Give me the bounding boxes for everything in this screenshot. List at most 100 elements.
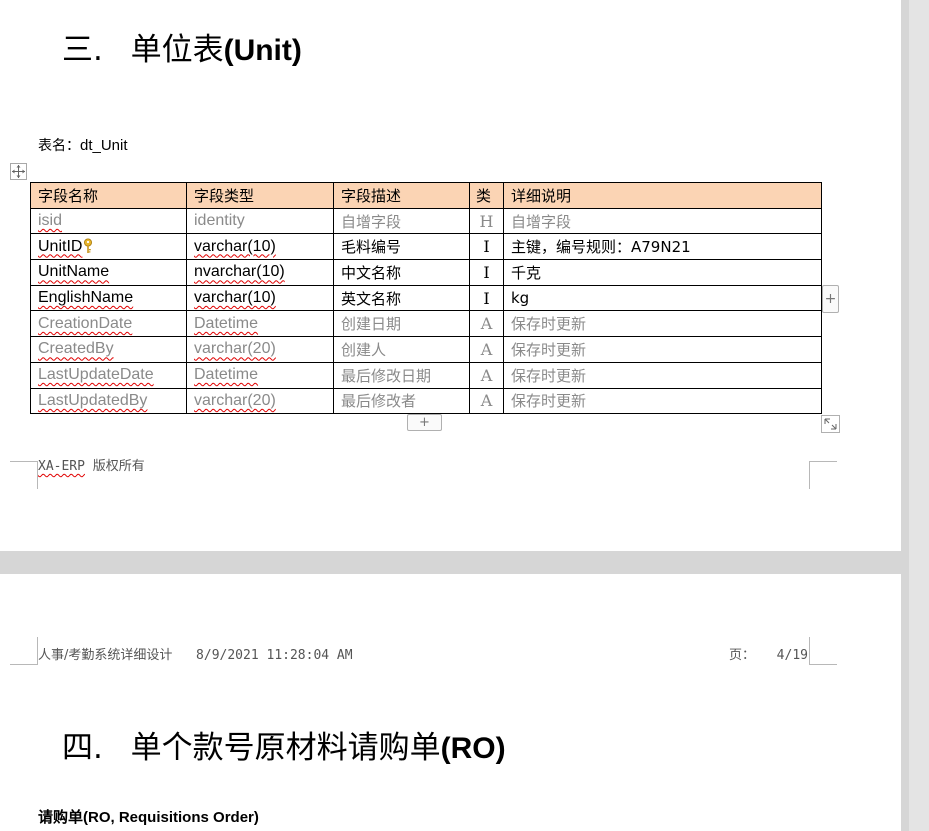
field-category-cell: H	[469, 207, 504, 235]
field-desc-cell: 创建人	[333, 336, 470, 363]
section-4-title-cn: 单个款号原材料请购单	[130, 730, 441, 766]
section-4-number: 四.	[62, 730, 103, 766]
field-desc-cell: 毛料编号	[333, 233, 470, 261]
section-3-title-en: (Unit)	[223, 34, 302, 67]
page-2-header: 人事/考勤系统详细设计 8/9/2021 11:28:04 AM	[38, 644, 353, 663]
section-4-subtitle: 请购单(RO, Requisitions Order)	[38, 806, 259, 827]
field-type: Datetime	[194, 366, 259, 384]
page-number-label: 页：	[729, 648, 756, 663]
field-desc-cell: 创建日期	[333, 310, 470, 338]
field-name-cell: LastUpdatedBy	[30, 387, 187, 415]
field-category-cell: A	[469, 336, 504, 363]
table-move-handle-icon[interactable]	[10, 163, 27, 180]
field-desc-cell: 英文名称	[333, 284, 470, 312]
field-detail-cell: 自增字段	[503, 207, 822, 235]
field-name: CreatedBy	[38, 340, 114, 358]
table-header-row: 字段名称 字段类型 字段描述 类 详细说明	[30, 182, 822, 209]
field-detail-cell: kg	[503, 284, 822, 312]
section-3-title-cn: 单位表	[130, 32, 224, 68]
add-row-button[interactable]: +	[407, 414, 442, 431]
field-type-cell: Datetime	[186, 361, 334, 389]
table-row: EnglishName varchar(10) 英文名称 Ikg	[30, 284, 822, 312]
column-header: 字段描述	[333, 182, 470, 209]
field-type-cell: nvarchar(10)	[186, 259, 334, 286]
subtitle-cn: 请购单	[38, 808, 84, 826]
field-type-cell: identity	[186, 207, 334, 235]
table-resize-handle-icon[interactable]	[821, 415, 840, 433]
section-3-number: 三.	[62, 32, 103, 68]
field-type-cell: varchar(20)	[186, 387, 334, 415]
field-name-cell: UnitID	[30, 233, 187, 261]
column-header: 类	[469, 182, 504, 209]
field-detail-cell: 保存时更新	[503, 336, 822, 363]
field-type: identity	[194, 212, 245, 230]
table-name-value: dt_Unit	[80, 137, 128, 154]
page-margin-mark	[10, 461, 38, 489]
subtitle-en: (RO, Requisitions Order)	[83, 809, 259, 826]
table-row: UnitName nvarchar(10) 中文名称 I 千克	[30, 259, 822, 286]
field-detail-cell: 保存时更新	[503, 361, 822, 389]
table-row: CreationDate Datetime 创建日期 A 保存时更新	[30, 310, 822, 338]
field-name-cell: CreationDate	[30, 310, 187, 338]
field-type: Datetime	[194, 314, 259, 332]
field-name: EnglishName	[38, 289, 134, 307]
section-3-heading: 三. 单位表(Unit)	[62, 30, 302, 71]
vertical-scrollbar[interactable]	[909, 0, 929, 831]
field-name: LastUpdateDate	[38, 366, 154, 384]
header-datetime: 8/9/2021 11:28:04 AM	[196, 648, 353, 663]
page-1-footer: XA-ERP 版权所有	[38, 455, 145, 474]
header-doc-title: 人事/考勤系统详细设计	[38, 648, 173, 663]
primary-key-icon	[84, 238, 93, 253]
table-row: CreatedBy varchar(20) 创建人 A 保存时更新	[30, 336, 822, 363]
table-row: LastUpdatedBy varchar(20) 最后修改者 A 保存时更新	[30, 387, 822, 415]
section-4-title-en: (RO)	[440, 732, 506, 765]
field-type-cell: varchar(10)	[186, 284, 334, 312]
field-category-cell: I	[469, 233, 504, 261]
field-name-cell: isid	[30, 207, 187, 235]
field-category-cell: A	[469, 387, 504, 415]
column-header: 字段类型	[186, 182, 334, 209]
field-category-cell: A	[469, 361, 504, 389]
section-4-heading: 四. 单个款号原材料请购单(RO)	[62, 728, 506, 769]
footer-copyright: 版权所有	[92, 459, 145, 474]
field-detail-cell: 主键，编号规则：A79N21	[503, 233, 822, 261]
field-type: varchar(20)	[194, 391, 276, 409]
field-name-cell: CreatedBy	[30, 336, 187, 363]
document-page-2: 人事/考勤系统详细设计 8/9/2021 11:28:04 AM 页： 4/19	[0, 574, 901, 831]
table-name-line: 表名：dt_Unit	[38, 135, 128, 155]
page-number-indicator: 页： 4/19	[729, 644, 808, 663]
field-type-cell: varchar(20)	[186, 336, 334, 363]
field-desc-cell: 中文名称	[333, 259, 470, 286]
field-detail-cell: 保存时更新	[503, 387, 822, 415]
table-name-label: 表名：	[38, 138, 80, 154]
field-type: nvarchar(10)	[194, 263, 285, 281]
page-margin-mark	[809, 637, 837, 665]
add-column-button[interactable]: +	[822, 285, 839, 313]
field-category-cell: A	[469, 310, 504, 338]
field-name: UnitID	[38, 237, 83, 255]
field-name: CreationDate	[38, 314, 133, 332]
field-name: isid	[38, 212, 63, 230]
table-row: isid identity 自增字段 H 自增字段	[30, 207, 822, 235]
table-row: UnitID varchar(10) 毛料编号 I 主键，编号规则：A79N21	[30, 233, 822, 261]
field-name-cell: UnitName	[30, 259, 187, 286]
field-category-cell: I	[469, 259, 504, 286]
page-margin-mark	[809, 461, 837, 489]
field-detail-cell: 保存时更新	[503, 310, 822, 338]
column-header: 详细说明	[503, 182, 822, 209]
page-number-value: 4/19	[776, 648, 808, 663]
unit-fields-table: 字段名称 字段类型 字段描述 类 详细说明 isid identity 自增字段 H 自…	[30, 182, 822, 415]
field-type: varchar(10)	[194, 289, 276, 307]
field-name-cell: LastUpdateDate	[30, 361, 187, 389]
field-category-cell: I	[469, 284, 504, 312]
field-desc-cell: 最后修改者	[333, 387, 470, 415]
field-type: varchar(10)	[194, 237, 276, 255]
field-type-cell: varchar(10)	[186, 233, 334, 261]
field-detail-cell: 千克	[503, 259, 822, 286]
field-name: UnitName	[38, 263, 110, 281]
field-desc-cell: 自增字段	[333, 207, 470, 235]
field-type-cell: Datetime	[186, 310, 334, 338]
field-name: LastUpdatedBy	[38, 391, 148, 409]
column-header: 字段名称	[30, 182, 187, 209]
page-margin-mark	[10, 637, 38, 665]
